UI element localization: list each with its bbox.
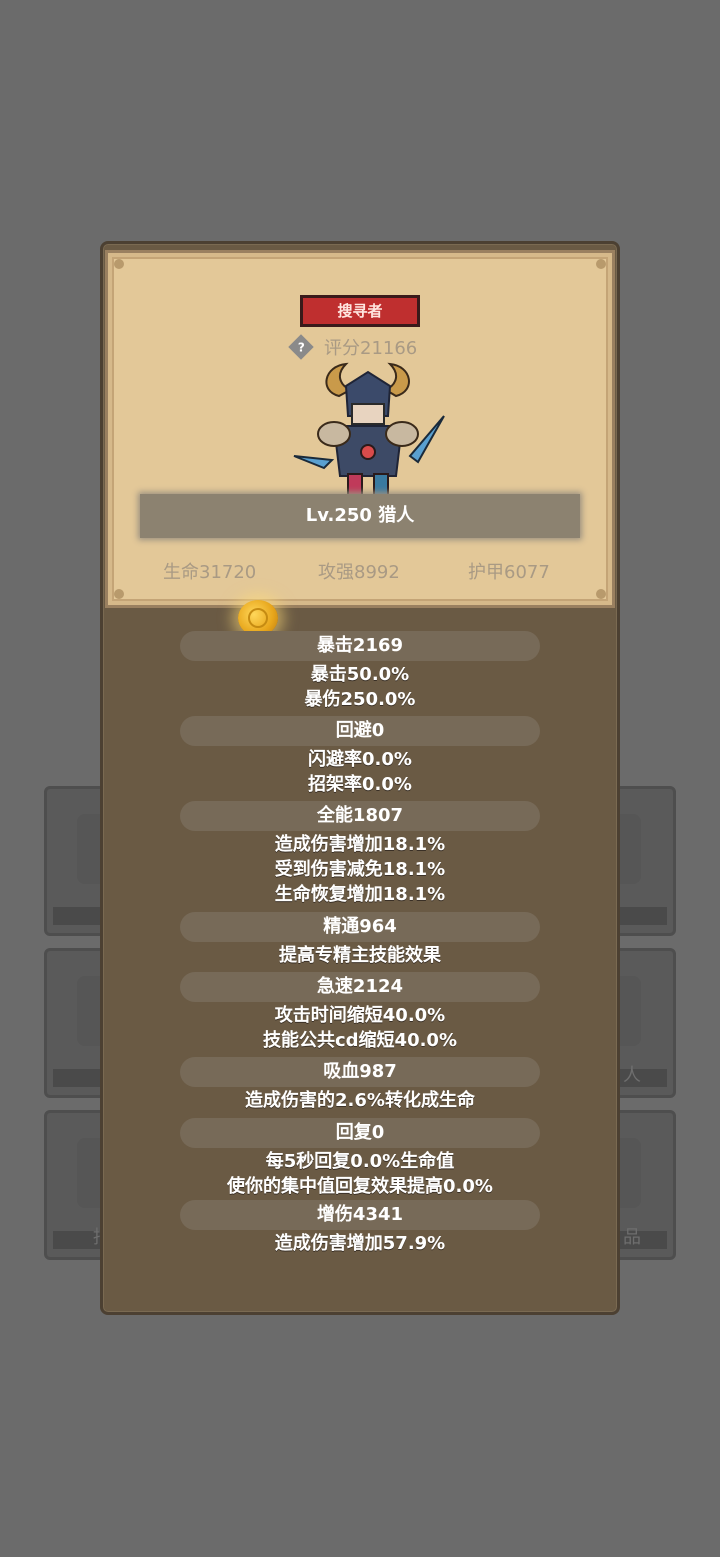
hero-name-bar: Lv.250 猎人 bbox=[140, 494, 580, 538]
stat-line: 造成伤害增加57.9% bbox=[274, 1233, 446, 1254]
stat-line: 造成伤害的2.6%转化成生命 bbox=[245, 1090, 475, 1111]
stat-header-damage-bonus: 增伤4341 bbox=[180, 1200, 540, 1230]
card-rivet bbox=[596, 259, 606, 269]
stat-header-leech: 吸血987 bbox=[180, 1057, 540, 1087]
stat-line: 暴伤250.0% bbox=[304, 689, 416, 710]
attack-stat: 攻强8992 bbox=[318, 562, 400, 583]
stat-line: 技能公共cd缩短40.0% bbox=[262, 1030, 457, 1051]
stat-header-mastery: 精通964 bbox=[180, 912, 540, 942]
tile-label: 品 bbox=[623, 1227, 641, 1248]
stat-line: 提高专精主技能效果 bbox=[279, 945, 441, 966]
stat-header-regen: 回复0 bbox=[180, 1118, 540, 1148]
stat-header-versatility: 全能1807 bbox=[180, 801, 540, 831]
card-rivet bbox=[596, 589, 606, 599]
card-rivet bbox=[114, 259, 124, 269]
stat-line: 使你的集中值回复效果提高0.0% bbox=[227, 1176, 493, 1197]
stat-line: 受到伤害减免18.1% bbox=[274, 859, 446, 880]
class-badge: 搜寻者 bbox=[300, 295, 420, 327]
stat-header-dodge: 回避0 bbox=[180, 716, 540, 746]
tile-label: 人 bbox=[623, 1065, 641, 1086]
stat-line: 生命恢复增加18.1% bbox=[274, 884, 446, 905]
stat-line: 攻击时间缩短40.0% bbox=[274, 1005, 446, 1026]
hp-stat: 生命31720 bbox=[163, 562, 257, 583]
armor-stat: 护甲6077 bbox=[468, 562, 550, 583]
stat-line: 闪避率0.0% bbox=[308, 749, 412, 770]
card-rivet bbox=[114, 589, 124, 599]
stat-line: 暴击50.0% bbox=[310, 664, 410, 685]
stat-line: 造成伤害增加18.1% bbox=[274, 834, 446, 855]
hero-portrait bbox=[293, 362, 445, 501]
stat-header-haste: 急速2124 bbox=[180, 972, 540, 1002]
stat-header-crit: 暴击2169 bbox=[180, 631, 540, 661]
stat-line: 招架率0.0% bbox=[308, 774, 412, 795]
stat-line: 每5秒回复0.0%生命值 bbox=[265, 1151, 455, 1172]
